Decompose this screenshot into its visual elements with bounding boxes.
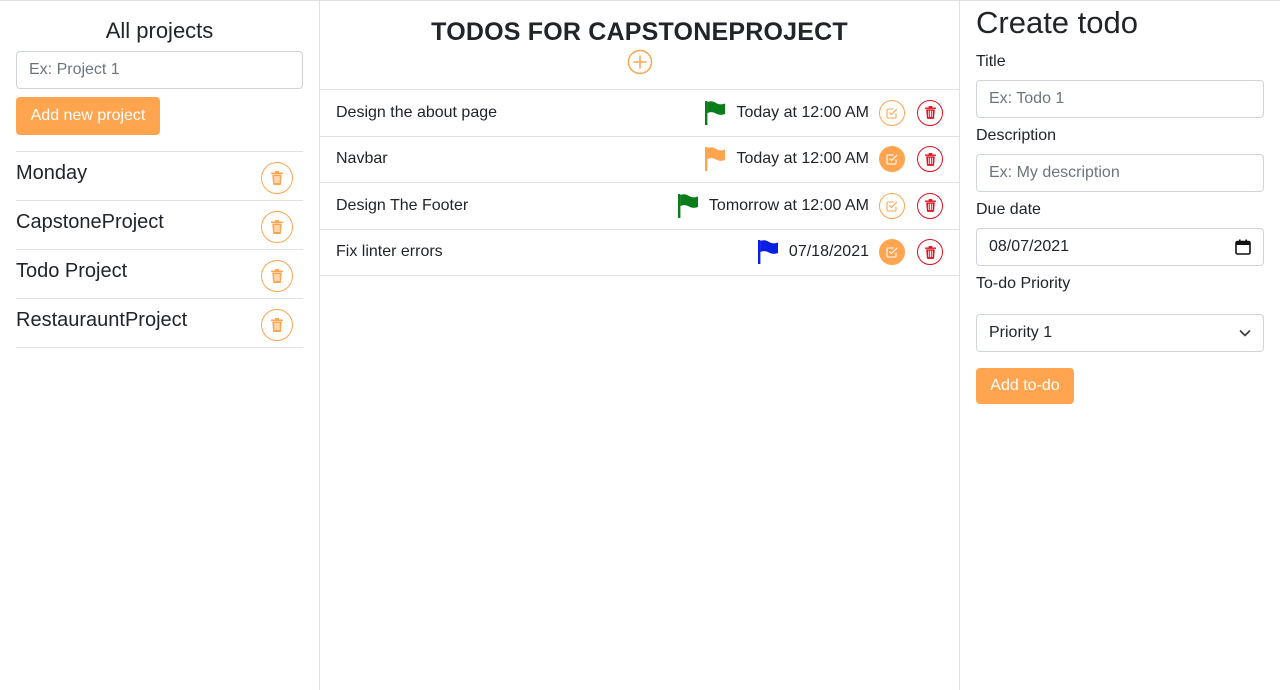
todo-title[interactable]: Navbar: [336, 150, 704, 168]
delete-todo-button[interactable]: [917, 99, 943, 126]
delete-project-button[interactable]: [261, 210, 293, 243]
todo-title-input[interactable]: [976, 80, 1264, 118]
delete-project-button[interactable]: [261, 308, 293, 341]
trash-icon: [924, 106, 936, 120]
project-name[interactable]: Todo Project: [16, 259, 127, 289]
project-item-todo-project[interactable]: Todo Project: [16, 250, 303, 299]
create-todo-panel: Create todo Title Description Due date 0…: [960, 1, 1280, 690]
todos-title: TODOS FOR CAPSTONEPROJECT: [431, 18, 848, 46]
due-date-value: 08/07/2021: [989, 238, 1070, 255]
priority-flag-icon: [757, 240, 778, 265]
due-date-input[interactable]: 08/07/2021: [976, 228, 1264, 266]
chevron-down-icon: [1239, 329, 1251, 337]
project-name[interactable]: RestaurauntProject: [16, 308, 187, 338]
project-name[interactable]: CapstoneProject: [16, 210, 164, 240]
todos-panel: TODOS FOR CAPSTONEPROJECT Design the abo…: [320, 1, 960, 690]
trash-icon: [271, 268, 283, 283]
complete-todo-button[interactable]: [879, 239, 905, 266]
trash-icon: [271, 170, 283, 185]
add-todo-button[interactable]: Add to-do: [976, 368, 1074, 404]
todo-item[interactable]: Design The Footer Tomorrow at 12:00 AM: [320, 183, 959, 230]
todo-due-date: 07/18/2021: [788, 243, 869, 261]
check-square-icon: [886, 247, 898, 258]
trash-icon: [924, 152, 936, 166]
delete-project-button[interactable]: [261, 161, 293, 194]
priority-label: To-do Priority: [976, 275, 1071, 292]
project-name[interactable]: Monday: [16, 161, 87, 191]
complete-todo-button[interactable]: [879, 99, 905, 126]
project-item-capstoneproject[interactable]: CapstoneProject: [16, 201, 303, 250]
add-project-button[interactable]: Add new project: [16, 97, 160, 135]
project-item-restaurauntproject[interactable]: RestaurauntProject: [16, 299, 303, 348]
todo-title[interactable]: Design the about page: [336, 104, 704, 122]
project-name-input[interactable]: [16, 51, 303, 89]
todo-item[interactable]: Fix linter errors 07/18/2021: [320, 230, 959, 276]
todo-item[interactable]: Navbar Today at 12:00 AM: [320, 137, 959, 183]
due-date-label: Due date: [976, 201, 1041, 218]
todo-title[interactable]: Fix linter errors: [336, 243, 757, 261]
trash-icon: [924, 199, 936, 213]
project-item-monday[interactable]: Monday: [16, 152, 303, 201]
priority-selected-value: Priority 1: [989, 324, 1053, 341]
priority-select[interactable]: Priority 1: [976, 314, 1264, 352]
delete-todo-button[interactable]: [917, 239, 943, 266]
project-list: Monday CapstoneProject Todo Project Rest…: [16, 151, 303, 348]
title-label: Title: [976, 53, 1006, 70]
check-square-icon: [886, 154, 898, 165]
todo-title[interactable]: Design The Footer: [336, 197, 677, 215]
todo-due-date: Today at 12:00 AM: [736, 150, 869, 168]
todo-due-date: Tomorrow at 12:00 AM: [708, 196, 869, 214]
delete-project-button[interactable]: [261, 259, 293, 292]
todo-description-input[interactable]: [976, 154, 1264, 192]
projects-panel: All projects Add new project Monday Caps…: [0, 1, 320, 690]
trash-icon: [271, 219, 283, 234]
priority-flag-icon: [705, 147, 726, 172]
check-square-icon: [886, 108, 898, 119]
description-label: Description: [976, 127, 1057, 144]
complete-todo-button[interactable]: [879, 192, 905, 219]
check-square-icon: [886, 201, 898, 212]
delete-todo-button[interactable]: [917, 146, 943, 173]
priority-flag-icon: [677, 193, 698, 218]
add-circle-icon[interactable]: [627, 49, 653, 75]
create-todo-title: Create todo: [976, 5, 1138, 40]
trash-icon: [924, 245, 936, 259]
projects-title: All projects: [105, 18, 214, 43]
priority-flag-icon: [705, 100, 726, 125]
todo-list: Design the about page Today at 12:00 AM …: [320, 89, 959, 276]
delete-todo-button[interactable]: [917, 192, 943, 219]
trash-icon: [271, 317, 283, 332]
todo-item[interactable]: Design the about page Today at 12:00 AM: [320, 90, 959, 137]
todo-due-date: Today at 12:00 AM: [736, 103, 869, 121]
complete-todo-button[interactable]: [879, 146, 905, 173]
calendar-icon[interactable]: [1235, 239, 1251, 255]
